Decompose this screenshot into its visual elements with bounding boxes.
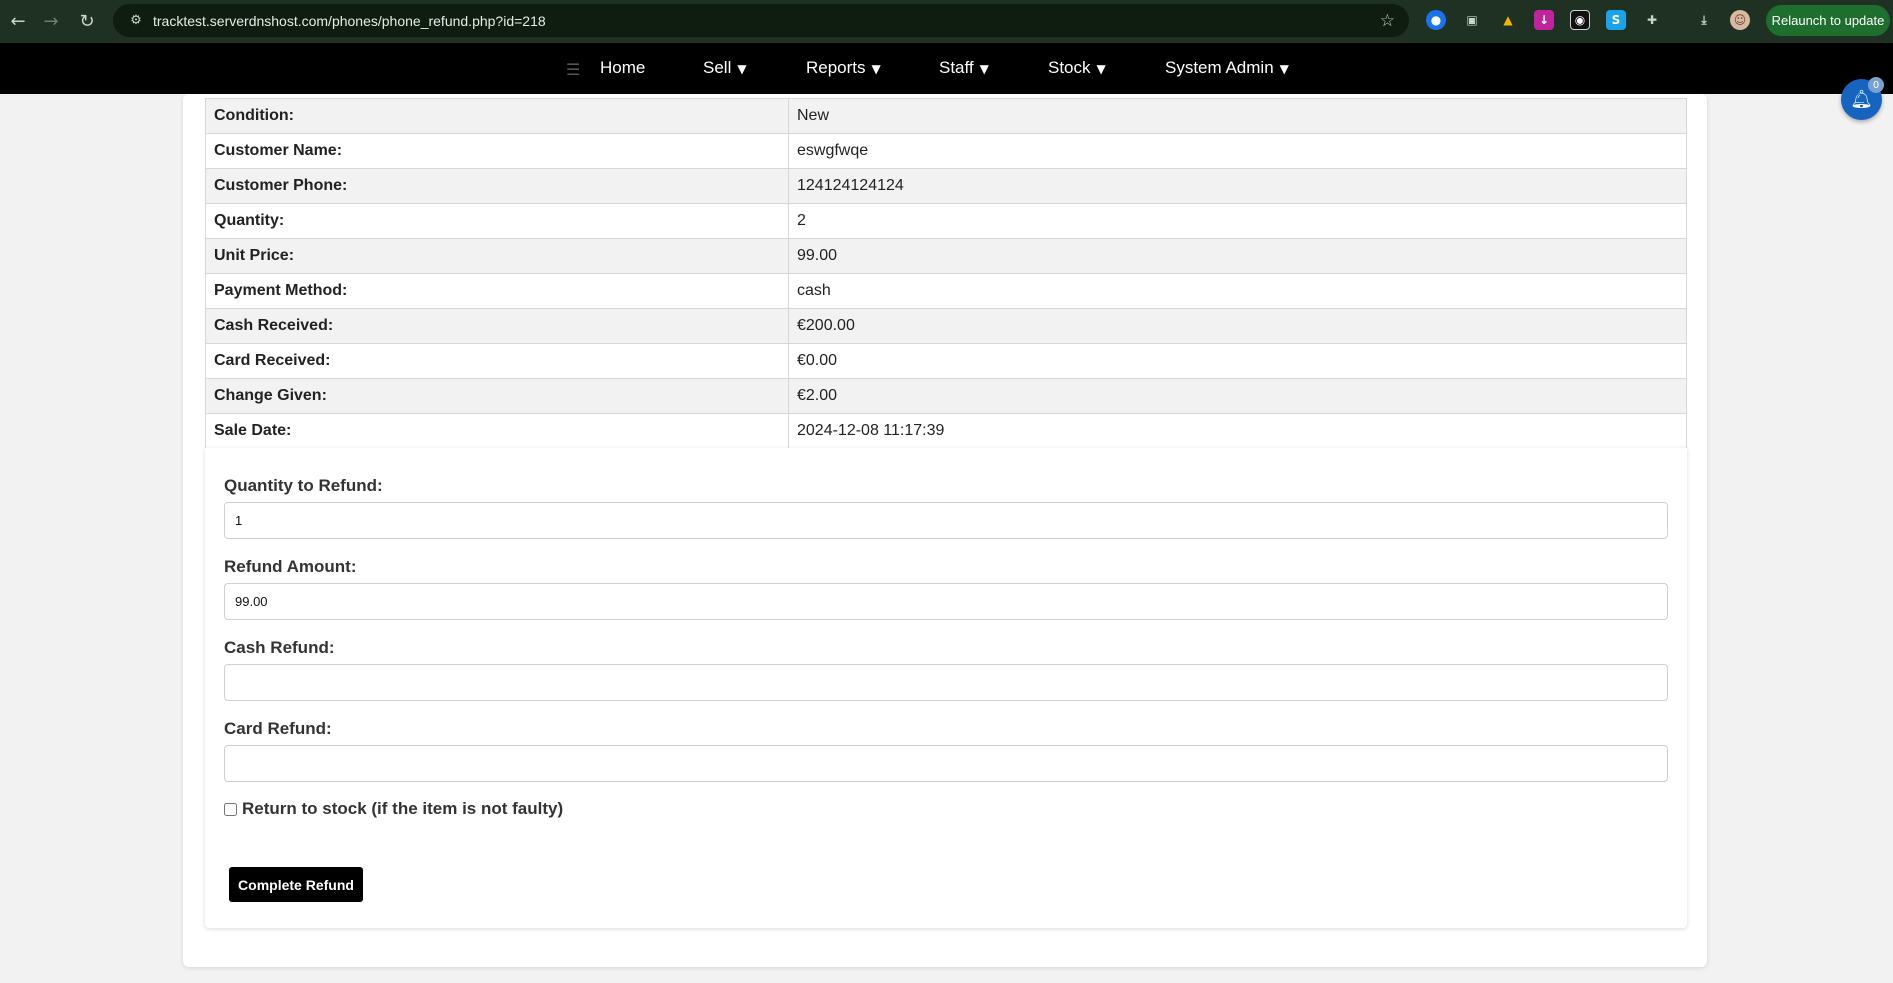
notification-count-badge: 0 xyxy=(1868,77,1884,93)
detail-value: New xyxy=(788,98,1687,134)
detail-value: €2.00 xyxy=(788,378,1687,414)
complete-refund-button[interactable]: Complete Refund xyxy=(229,867,363,902)
download-manager-icon[interactable]: ↓ xyxy=(1534,10,1554,30)
detail-label: Unit Price: xyxy=(205,238,789,274)
profile-avatar[interactable]: ☺ xyxy=(1730,10,1750,30)
browser-toolbar: ← → ↻ ⚙ tracktest.serverdnshost.com/phon… xyxy=(0,0,1893,43)
quantity-to-refund-input[interactable] xyxy=(224,502,1668,539)
detail-value: €0.00 xyxy=(788,343,1687,379)
drive-icon[interactable]: ▲ xyxy=(1498,10,1518,30)
nav-staff-label: Staff xyxy=(939,58,974,77)
detail-value: 124124124124 xyxy=(788,168,1687,204)
table-row: Condition: New xyxy=(205,98,1687,134)
detail-label: Customer Phone: xyxy=(205,168,789,204)
bookmark-star-icon[interactable]: ☆ xyxy=(1380,11,1395,31)
detail-label: Condition: xyxy=(205,98,789,134)
back-icon[interactable]: ← xyxy=(0,3,36,39)
nav-reports[interactable]: Reports ▼ xyxy=(806,58,881,78)
nav-home-label: Home xyxy=(600,58,646,77)
table-row: Card Received: €0.00 xyxy=(205,343,1687,379)
detail-label: Quantity: xyxy=(205,203,789,239)
chevron-down-icon: ▼ xyxy=(1279,62,1289,76)
nav-system-admin-label: System Admin xyxy=(1165,58,1274,77)
cash-refund-label: Cash Refund: xyxy=(224,638,335,657)
notification-bell-button[interactable]: 🔔︎ 0 xyxy=(1841,77,1884,120)
table-row: Sale Date: 2024-12-08 11:17:39 xyxy=(205,413,1687,449)
extensions-puzzle-icon[interactable]: ✚ xyxy=(1642,10,1662,30)
main-navbar: ☰ Home Sell ▼ Reports ▼ Staff ▼ Stock ▼ Syst… xyxy=(0,43,1893,94)
detail-label: Customer Name: xyxy=(205,133,789,169)
table-row: Quantity: 2 xyxy=(205,203,1687,239)
address-bar[interactable]: ⚙ tracktest.serverdnshost.com/phones/pho… xyxy=(113,4,1409,37)
detail-label: Payment Method: xyxy=(205,273,789,309)
detail-label: Card Received: xyxy=(205,343,789,379)
table-row: Customer Name: eswgfwqe xyxy=(205,133,1687,169)
downloads-icon[interactable]: ⤓ xyxy=(1694,10,1714,30)
detail-label: Change Given: xyxy=(205,378,789,414)
chevron-down-icon: ▼ xyxy=(737,62,747,76)
detail-value: eswgfwqe xyxy=(788,133,1687,169)
camera-icon[interactable]: ▣ xyxy=(1462,10,1482,30)
nav-sell-label: Sell xyxy=(703,58,732,77)
quantity-to-refund-label: Quantity to Refund: xyxy=(224,476,383,495)
card-refund-input[interactable] xyxy=(224,745,1668,782)
extension-circle-icon[interactable]: ● xyxy=(1426,10,1446,30)
nav-home[interactable]: Home xyxy=(600,58,645,78)
nav-stock[interactable]: Stock ▼ xyxy=(1048,58,1106,78)
nav-reports-label: Reports xyxy=(806,58,866,77)
chevron-down-icon: ▼ xyxy=(1096,62,1106,76)
refund-amount-label: Refund Amount: xyxy=(224,557,357,576)
reload-icon[interactable]: ↻ xyxy=(69,3,105,39)
chevron-down-icon: ▼ xyxy=(871,62,881,76)
detail-value: 2 xyxy=(788,203,1687,239)
detail-value: cash xyxy=(788,273,1687,309)
table-row: Customer Phone: 124124124124 xyxy=(205,168,1687,204)
site-info-icon[interactable]: ⚙ xyxy=(119,13,153,28)
return-to-stock-row: Return to stock (if the item is not faul… xyxy=(224,799,563,819)
relaunch-button[interactable]: Relaunch to update xyxy=(1766,5,1890,36)
detail-label: Sale Date: xyxy=(205,413,789,449)
table-row: Unit Price: 99.00 xyxy=(205,238,1687,274)
return-to-stock-checkbox[interactable] xyxy=(224,802,237,816)
table-row: Cash Received: €200.00 xyxy=(205,308,1687,344)
cash-refund-input[interactable] xyxy=(224,664,1668,701)
skype-icon[interactable]: S xyxy=(1606,10,1626,30)
detail-label: Cash Received: xyxy=(205,308,789,344)
table-row: Payment Method: cash xyxy=(205,273,1687,309)
nav-sell[interactable]: Sell ▼ xyxy=(703,58,747,78)
nav-staff[interactable]: Staff ▼ xyxy=(939,58,989,78)
address-bar-url[interactable]: tracktest.serverdnshost.com/phones/phone… xyxy=(153,13,546,29)
extension-eyes-icon[interactable]: ◉ xyxy=(1570,10,1590,30)
detail-value: 99.00 xyxy=(788,238,1687,274)
chevron-down-icon: ▼ xyxy=(979,62,989,76)
return-to-stock-label[interactable]: Return to stock (if the item is not faul… xyxy=(242,799,563,819)
refund-amount-input[interactable] xyxy=(224,583,1668,620)
detail-value: 2024-12-08 11:17:39 xyxy=(788,413,1687,449)
detail-value: €200.00 xyxy=(788,308,1687,344)
sale-details-table: Condition: New Customer Name: eswgfwqe C… xyxy=(205,98,1687,449)
nav-system-admin[interactable]: System Admin ▼ xyxy=(1165,58,1289,78)
menu-icon[interactable]: ☰ xyxy=(566,60,580,79)
forward-icon[interactable]: → xyxy=(33,3,69,39)
bell-icon: 🔔︎ xyxy=(1850,89,1873,110)
card-refund-label: Card Refund: xyxy=(224,719,332,738)
table-row: Change Given: €2.00 xyxy=(205,378,1687,414)
nav-stock-label: Stock xyxy=(1048,58,1091,77)
